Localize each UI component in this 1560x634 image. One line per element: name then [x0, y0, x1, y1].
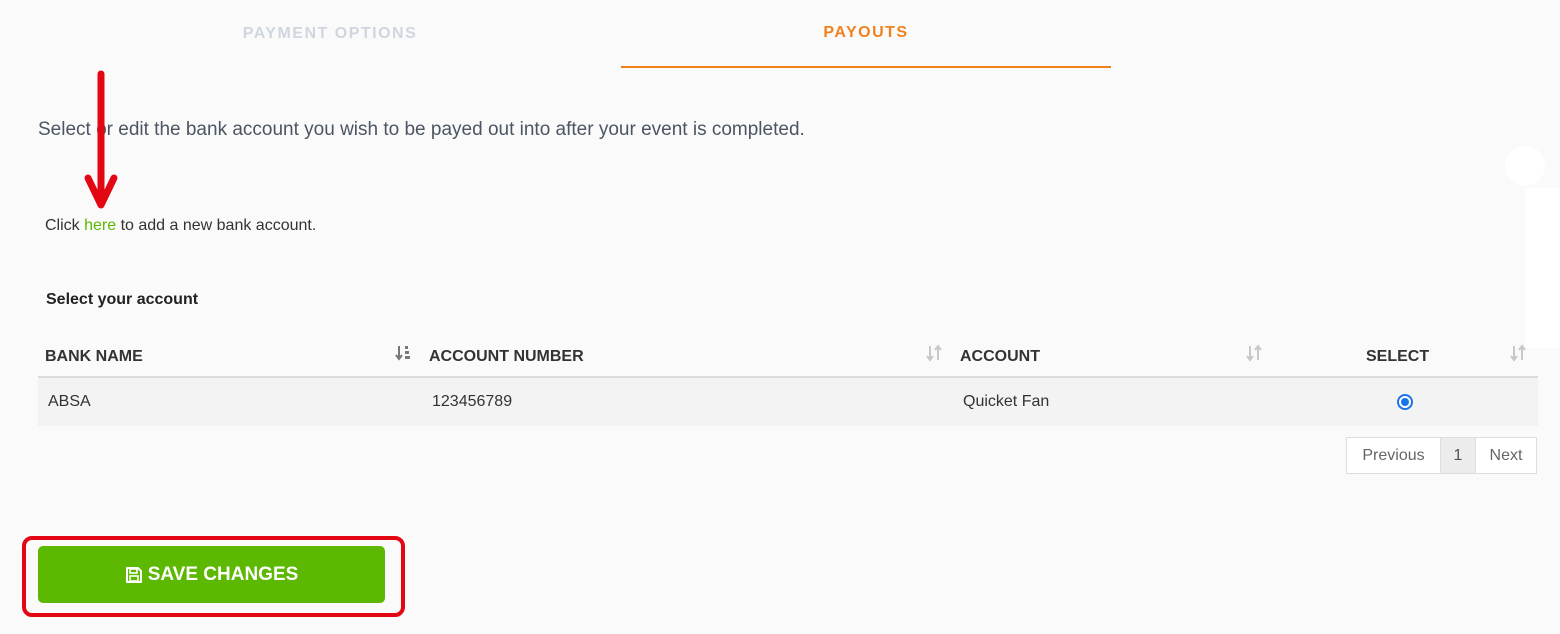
select-account-heading: Select your account [46, 291, 199, 308]
header-account-number[interactable]: ACCOUNT NUMBER [429, 336, 584, 378]
edge-decoration [1505, 146, 1545, 186]
add-account-prefix: Click [45, 217, 85, 234]
add-account-line: Click here to add a new bank account. [45, 217, 316, 235]
tab-payment-options[interactable]: PAYMENT OPTIONS [85, 0, 575, 68]
header-account[interactable]: ACCOUNT [960, 336, 1040, 378]
accounts-table: BANK NAME ACCOUNT NUMBER ACCOUNT SELECT … [38, 336, 1538, 426]
annotation-arrow [84, 70, 118, 209]
save-changes-button[interactable]: SAVE CHANGES [38, 546, 385, 603]
pagination: Previous 1 Next [1346, 437, 1537, 474]
intro-text: Select or edit the bank account you wish… [38, 119, 805, 140]
sort-icon[interactable] [1510, 344, 1526, 362]
table-header: BANK NAME ACCOUNT NUMBER ACCOUNT SELECT [38, 336, 1538, 378]
cell-account: Quicket Fan [963, 393, 1050, 410]
tab-payouts[interactable]: PAYOUTS [621, 0, 1111, 68]
cell-account-number: 123456789 [432, 393, 513, 410]
select-account-radio[interactable] [1397, 394, 1413, 410]
pagination-previous[interactable]: Previous [1347, 438, 1441, 473]
cell-bank-name: ABSA [48, 393, 91, 410]
header-select[interactable]: SELECT [1366, 336, 1429, 378]
floppy-disk-icon [125, 566, 142, 583]
add-account-link[interactable]: here [84, 217, 116, 234]
header-bank-name[interactable]: BANK NAME [45, 336, 143, 378]
pagination-page-1[interactable]: 1 [1441, 438, 1476, 473]
edge-decoration-bar [1525, 188, 1560, 348]
sort-icon[interactable] [926, 344, 942, 362]
add-account-suffix: to add a new bank account. [116, 217, 317, 234]
tab-bar: PAYMENT OPTIONS PAYOUTS [0, 0, 1560, 70]
sort-asc-icon[interactable] [395, 344, 411, 362]
save-changes-label: SAVE CHANGES [147, 563, 299, 585]
sort-icon[interactable] [1246, 344, 1262, 362]
table-row[interactable]: ABSA 123456789 Quicket Fan [38, 378, 1538, 426]
pagination-next[interactable]: Next [1476, 438, 1536, 473]
payouts-page: PAYMENT OPTIONS PAYOUTS Select or edit t… [0, 0, 1560, 634]
